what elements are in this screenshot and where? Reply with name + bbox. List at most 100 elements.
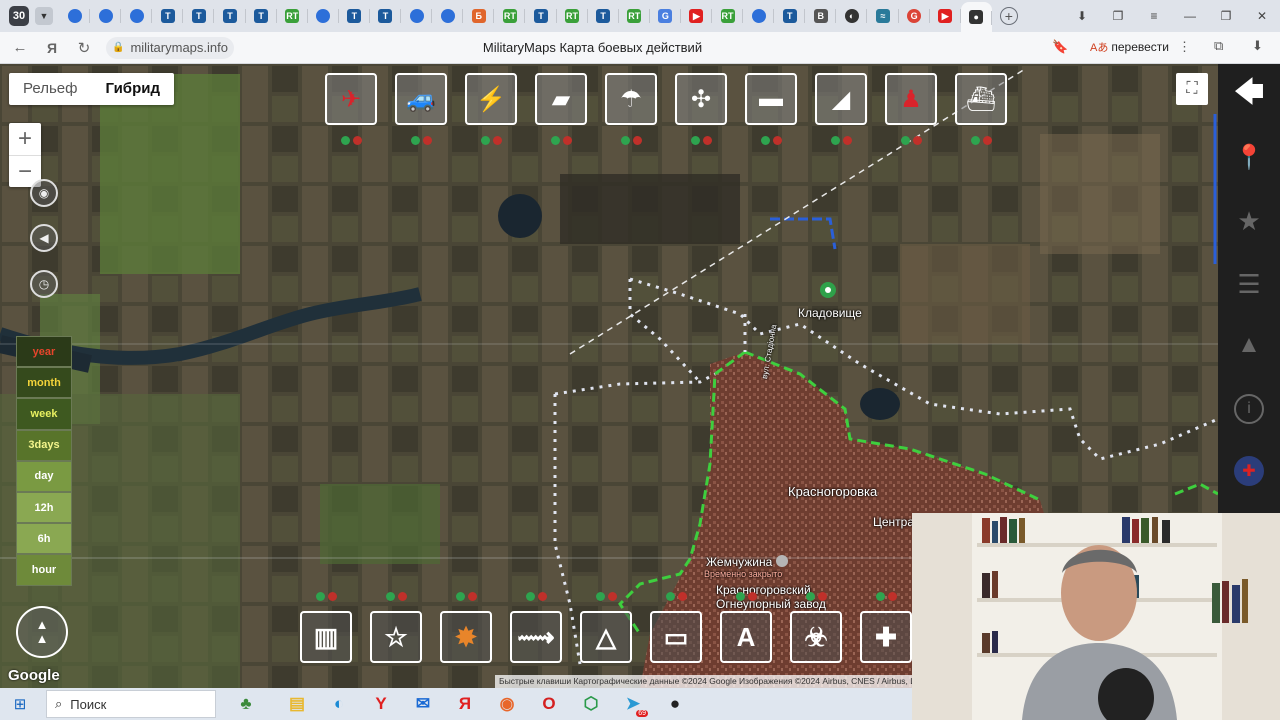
red-dot[interactable]	[772, 136, 782, 145]
unit-filter-button[interactable]: ▬	[745, 73, 797, 145]
browser-tab[interactable]: ≈	[867, 0, 899, 32]
red-dot[interactable]	[702, 136, 712, 145]
green-dot[interactable]	[455, 592, 465, 601]
green-dot[interactable]	[690, 136, 700, 145]
edge-icon[interactable]: ◐	[318, 688, 360, 720]
red-dot[interactable]	[422, 136, 432, 145]
green-dot[interactable]	[595, 592, 605, 601]
unit-button-face[interactable]: ☂	[605, 73, 657, 125]
green-dot[interactable]	[970, 136, 980, 145]
map-tool-button[interactable]: ☣	[790, 592, 842, 663]
browser-tab[interactable]	[90, 0, 122, 32]
zhemchuzhina-label[interactable]: Жемчужина	[706, 555, 772, 569]
red-dot[interactable]	[887, 592, 897, 601]
tool-button-face[interactable]: ▭	[650, 611, 702, 663]
red-dot[interactable]	[397, 592, 407, 601]
restore-button[interactable]: ❐	[1208, 9, 1244, 23]
fullscreen-button[interactable]: ⛶	[1176, 73, 1208, 105]
green-dot[interactable]	[665, 592, 675, 601]
map-tool-button[interactable]: ⟿	[510, 592, 562, 663]
unit-button-face[interactable]: ✣	[675, 73, 727, 125]
back-arrow-icon[interactable]: 🡄	[1234, 76, 1265, 110]
red-dot[interactable]	[842, 136, 852, 145]
tool-button-face[interactable]: △	[580, 611, 632, 663]
tab-list-chevron-icon[interactable]: ▼	[35, 7, 53, 25]
tab-count-badge[interactable]: 30	[9, 6, 29, 26]
layer-switch-button[interactable]: ▲ ▲	[16, 606, 68, 658]
green-dot[interactable]	[900, 136, 910, 145]
unit-filter-button[interactable]: ▰	[535, 73, 587, 145]
unit-button-face[interactable]: ♟	[885, 73, 937, 125]
green-dot[interactable]	[875, 592, 885, 601]
telegram-icon[interactable]: ➤ 69	[612, 688, 654, 720]
minimize-button[interactable]: —	[1172, 9, 1208, 23]
red-dot[interactable]	[912, 136, 922, 145]
red-dot[interactable]	[817, 592, 827, 601]
browser-tab[interactable]	[743, 0, 775, 32]
unit-button-face[interactable]: 🚙	[395, 73, 447, 125]
center-label[interactable]: Центра	[873, 515, 914, 529]
unit-button-face[interactable]: ◢	[815, 73, 867, 125]
time-filter-hour[interactable]: hour	[16, 554, 72, 586]
unit-filter-button[interactable]: ✈	[325, 73, 377, 145]
browser-tab[interactable]: ▶	[930, 0, 961, 32]
red-dot[interactable]	[982, 136, 992, 145]
browser-tab[interactable]: T	[588, 0, 619, 32]
navigation-icon[interactable]: ▲	[1234, 330, 1264, 360]
browser-tab[interactable]: B	[805, 0, 837, 32]
unit-filter-button[interactable]: ⛴	[955, 73, 1007, 145]
yandex-icon[interactable]: Я	[444, 688, 486, 720]
collections-icon[interactable]: ❐	[1100, 9, 1136, 23]
close-window-button[interactable]: ✕	[1244, 9, 1280, 23]
time-filter-12h[interactable]: 12h	[16, 491, 72, 524]
back-button[interactable]: ←	[8, 39, 32, 56]
red-dot[interactable]	[492, 136, 502, 145]
map-pin-icon[interactable]: 📍	[1234, 142, 1264, 172]
trees-icon[interactable]: ♣	[216, 688, 276, 720]
download-icon[interactable]: ⬇	[1064, 9, 1100, 23]
red-dot[interactable]	[632, 136, 642, 145]
bookmark-icon[interactable]: 🔖	[1052, 39, 1068, 55]
browser-tab[interactable]: T	[339, 0, 371, 32]
tool-button-face[interactable]: ✚	[860, 611, 912, 663]
red-dot[interactable]	[327, 592, 337, 601]
tool-button-face[interactable]: ☆	[370, 611, 422, 663]
map-tool-button[interactable]: ▭	[650, 592, 702, 663]
unit-filter-button[interactable]: 🚙	[395, 73, 447, 145]
time-filter-week[interactable]: week	[16, 398, 72, 430]
browser-tab[interactable]	[308, 0, 339, 32]
tool-button-face[interactable]: ✸	[440, 611, 492, 663]
sound-icon[interactable]: ◀	[30, 224, 58, 252]
yandex-logo-icon[interactable]: Я	[40, 40, 64, 56]
browser-tab[interactable]: G	[899, 0, 930, 32]
tool-button-face[interactable]: ⟿	[510, 611, 562, 663]
red-dot[interactable]	[562, 136, 572, 145]
time-filter-3days[interactable]: 3days	[16, 429, 72, 461]
relief-button[interactable]: Рельеф	[9, 73, 91, 105]
green-dot[interactable]	[805, 592, 815, 601]
red-dot[interactable]	[467, 592, 477, 601]
browser-tab[interactable]: RT	[619, 0, 650, 32]
unit-filter-button[interactable]: ⚡	[465, 73, 517, 145]
green-dot[interactable]	[735, 592, 745, 601]
unit-button-face[interactable]: ✈	[325, 73, 377, 125]
browser-tab[interactable]: T	[183, 0, 215, 32]
green-dot[interactable]	[830, 136, 840, 145]
green-dot[interactable]	[525, 592, 535, 601]
green-dot[interactable]	[340, 136, 350, 145]
reader-icon[interactable]: ⧉	[1214, 38, 1223, 54]
reload-button[interactable]: ↻	[72, 39, 96, 57]
unit-button-face[interactable]: ▰	[535, 73, 587, 125]
browser-tab[interactable]: RT	[494, 0, 526, 32]
location-target-icon[interactable]: ◉	[30, 179, 58, 207]
browser-tab[interactable]: ◐	[836, 0, 868, 32]
green-dot[interactable]	[315, 592, 325, 601]
yandex-y-icon[interactable]: Y	[360, 688, 402, 720]
menu-icon[interactable]: ≡	[1136, 9, 1172, 23]
unit-button-face[interactable]: ⚡	[465, 73, 517, 125]
browser-tab[interactable]: T	[214, 0, 246, 32]
map-tool-button[interactable]: A	[720, 592, 772, 663]
unit-filter-button[interactable]: ◢	[815, 73, 867, 145]
browser-tab[interactable]: T	[774, 0, 806, 32]
mail-icon[interactable]: ✉	[402, 688, 444, 720]
